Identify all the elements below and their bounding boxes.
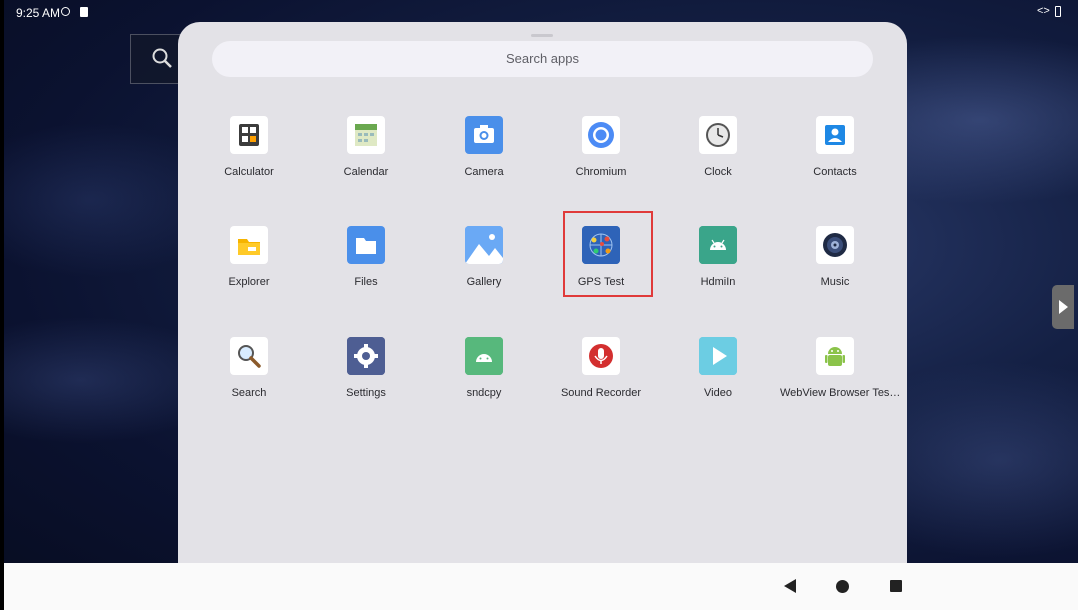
app-label: sndcpy <box>466 387 502 399</box>
app-camera[interactable]: Camera <box>429 116 539 178</box>
camera-icon <box>465 116 503 154</box>
app-files[interactable]: Files <box>311 226 421 288</box>
app-label: Music <box>820 276 850 288</box>
status-bar: 9:25 AM <> <box>0 0 1078 24</box>
calendar-icon <box>347 116 385 154</box>
app-calculator[interactable]: Calculator <box>194 116 304 178</box>
back-icon[interactable] <box>784 579 796 593</box>
app-label: Explorer <box>228 276 270 288</box>
app-label: Camera <box>464 166 504 178</box>
settings-icon <box>347 337 385 375</box>
sndcpy-icon <box>465 337 503 375</box>
app-music[interactable]: Music <box>780 226 890 288</box>
app-explorer[interactable]: Explorer <box>194 226 304 288</box>
search-icon <box>230 337 268 375</box>
app-label: Sound Recorder <box>560 387 642 399</box>
app-clock[interactable]: Clock <box>663 116 773 178</box>
explorer-icon <box>230 226 268 264</box>
contacts-icon <box>816 116 854 154</box>
app-contacts[interactable]: Contacts <box>780 116 890 178</box>
app-calendar[interactable]: Calendar <box>311 116 421 178</box>
chromium-icon <box>582 116 620 154</box>
music-icon <box>816 226 854 264</box>
sync-status-icon <box>61 7 70 16</box>
app-label: Settings <box>346 387 386 399</box>
app-label: Calendar <box>343 166 389 178</box>
calculator-icon <box>230 116 268 154</box>
app-label: Chromium <box>575 166 627 178</box>
code-status-icon: <> <box>1037 5 1050 17</box>
app-hdmiin[interactable]: HdmiIn <box>663 226 773 288</box>
app-webview-browser-tester[interactable]: WebView Browser Tes… <box>780 337 901 399</box>
webview-browser-tester-icon <box>816 337 854 375</box>
magnifier-icon <box>152 48 172 68</box>
home-icon[interactable] <box>836 580 849 593</box>
app-label: Search <box>231 387 267 399</box>
app-label: Video <box>704 387 732 399</box>
search-apps-input[interactable]: Search apps <box>212 41 873 77</box>
gallery-icon <box>465 226 503 264</box>
battery-icon <box>1055 6 1061 17</box>
sound-recorder-icon <box>582 337 620 375</box>
sd-card-status-icon <box>80 7 88 17</box>
selection-highlight <box>563 211 653 297</box>
app-search[interactable]: Search <box>194 337 304 399</box>
app-label: Gallery <box>466 276 502 288</box>
status-time: 9:25 AM <box>16 6 61 20</box>
screen-edge <box>0 0 4 610</box>
app-drawer: Search apps Calculator Calendar Camera C… <box>178 22 907 582</box>
app-label: WebView Browser Tes… <box>780 387 901 399</box>
hdmiin-icon <box>699 226 737 264</box>
app-sndcpy[interactable]: sndcpy <box>429 337 539 399</box>
app-label: Files <box>354 276 378 288</box>
app-label: Contacts <box>813 166 857 178</box>
drawer-handle[interactable] <box>531 34 553 37</box>
app-settings[interactable]: Settings <box>311 337 421 399</box>
app-video[interactable]: Video <box>663 337 773 399</box>
app-label: Calculator <box>224 166 274 178</box>
app-sound-recorder[interactable]: Sound Recorder <box>546 337 656 399</box>
app-gallery[interactable]: Gallery <box>429 226 539 288</box>
app-chromium[interactable]: Chromium <box>546 116 656 178</box>
app-label: HdmiIn <box>700 276 736 288</box>
recents-icon[interactable] <box>890 580 902 592</box>
video-icon <box>699 337 737 375</box>
clock-icon <box>699 116 737 154</box>
files-icon <box>347 226 385 264</box>
side-panel-handle[interactable] <box>1052 285 1074 329</box>
navigation-bar <box>4 563 1078 610</box>
app-label: Clock <box>704 166 732 178</box>
